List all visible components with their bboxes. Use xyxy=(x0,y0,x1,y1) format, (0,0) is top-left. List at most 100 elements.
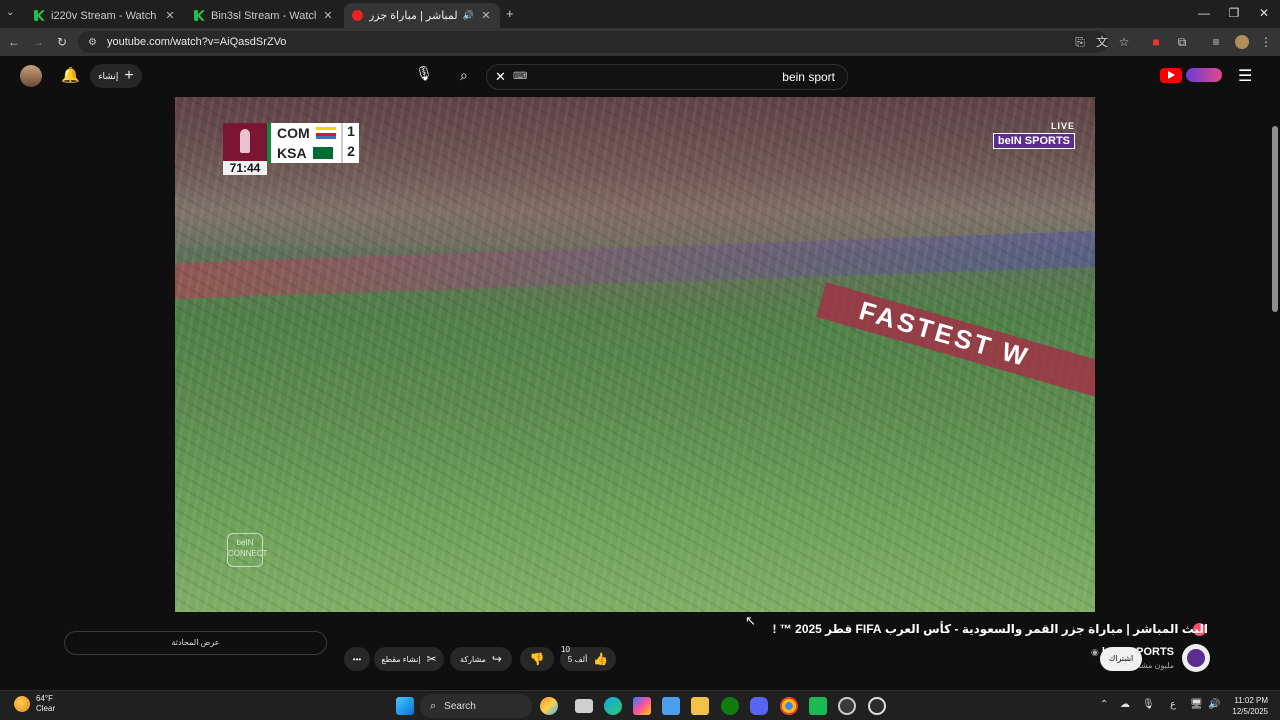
profile-avatar[interactable] xyxy=(1235,35,1249,49)
notifications-bell-icon[interactable]: 🔔 xyxy=(61,66,80,84)
clear-search-icon[interactable]: ✕ xyxy=(495,69,506,85)
start-windows-icon[interactable] xyxy=(396,697,414,715)
network-icon[interactable]: 🖥 xyxy=(1190,699,1203,710)
k-favicon-icon xyxy=(194,10,205,21)
comoros-flag-icon xyxy=(315,127,336,139)
tab-title: Bin3sl Stream - Watch Live on K xyxy=(211,9,316,22)
close-tab-icon[interactable]: ✕ xyxy=(480,9,492,22)
url-text: youtube.com/watch?v=AiQasdSrZVo xyxy=(106,36,287,48)
live-label: LIVE xyxy=(1050,121,1075,131)
thumbs-up-icon: 👍 xyxy=(593,652,609,666)
app-circle-icon[interactable] xyxy=(838,697,856,715)
match-clock: 71:44 xyxy=(223,161,267,175)
edge-browser-icon[interactable] xyxy=(604,697,622,715)
bookmark-star-icon[interactable]: ☆ xyxy=(1116,34,1132,50)
scrollbar-thumb[interactable] xyxy=(1272,126,1278,312)
show-chat-button[interactable]: عرض المحادثة xyxy=(64,631,327,655)
close-tab-icon[interactable]: ✕ xyxy=(322,9,334,22)
search-input[interactable]: ✕ ⌨ bein sport xyxy=(486,64,848,90)
xbox-icon[interactable] xyxy=(721,697,739,715)
close-window-icon[interactable]: ✕ xyxy=(1250,6,1278,20)
discord-icon[interactable] xyxy=(750,697,768,715)
more-actions-button[interactable]: ••• xyxy=(344,647,370,671)
search-icon[interactable]: ⌕ xyxy=(460,67,468,84)
copilot-icon[interactable] xyxy=(633,697,651,715)
close-tab-icon[interactable]: ✕ xyxy=(164,9,176,22)
search-icon: ⌕ xyxy=(430,699,437,712)
task-view-icon[interactable] xyxy=(575,699,593,713)
bein-sports-bug: LIVE beIN SPORTS xyxy=(992,121,1075,149)
volume-icon[interactable]: 🔊 xyxy=(1208,699,1220,710)
tab-title: البث المباشر | مباراة جزر xyxy=(369,10,457,22)
page-scrollbar[interactable] xyxy=(1268,56,1280,690)
extension-icon[interactable]: ■ xyxy=(1148,34,1164,50)
browser-tab-strip: ⌄ i220v Stream - Watch Live on K ✕ Bin3s… xyxy=(0,0,1280,28)
score-row-team2: KSA 2 xyxy=(271,143,359,163)
restore-icon[interactable]: ❐ xyxy=(1220,6,1248,20)
guide-menu-icon[interactable]: ☰ xyxy=(1238,66,1252,86)
taskbar-clock[interactable]: 11:02 PM 12/5/2025 xyxy=(1232,695,1268,717)
minimize-icon[interactable]: — xyxy=(1190,6,1218,20)
channel-avatar[interactable] xyxy=(1182,644,1210,672)
youtube-header: 🔔 إنشاء + 🎙 ⌕ ✕ ⌨ bein sport ☰ xyxy=(0,56,1280,96)
video-title: البث المباشر | مباراة جزر القمر والسعودي… xyxy=(772,622,1208,636)
share-label: مشاركة xyxy=(460,654,486,664)
file-explorer-icon[interactable] xyxy=(691,697,709,715)
mouse-cursor-icon: ↖ xyxy=(745,613,756,628)
keyboard-icon[interactable]: ⌨ xyxy=(513,71,527,82)
premium-logo-icon[interactable] xyxy=(1186,68,1222,82)
forward-icon[interactable]: → xyxy=(30,34,46,50)
saudi-flag-icon xyxy=(312,147,333,159)
cast-icon[interactable]: ⎘ xyxy=(1072,34,1088,50)
create-label: إنشاء xyxy=(98,70,119,81)
address-bar[interactable]: ⚙ youtube.com/watch?v=AiQasdSrZVo xyxy=(78,31,1108,53)
translate-icon[interactable]: 文 xyxy=(1094,34,1110,50)
tab-2[interactable]: Bin3sl Stream - Watch Live on K ✕ xyxy=(186,3,342,28)
input-language[interactable]: ع xyxy=(1170,699,1176,710)
account-avatar[interactable] xyxy=(20,65,42,87)
tab-3-active[interactable]: البث المباشر | مباراة جزر 🔊 ✕ xyxy=(344,3,500,28)
weather-condition: Clear xyxy=(36,704,56,713)
reading-list-icon[interactable]: ≡ xyxy=(1208,34,1224,50)
new-tab-icon[interactable]: + xyxy=(506,6,514,21)
taskbar-time: 11:02 PM xyxy=(1234,696,1268,705)
microphone-icon[interactable]: 🎙 xyxy=(1142,699,1155,710)
team1-score: 1 xyxy=(341,123,359,143)
tab-1[interactable]: i220v Stream - Watch Live on K ✕ xyxy=(26,3,184,28)
widgets-icon[interactable] xyxy=(540,697,558,715)
thumbs-down-icon: 👎 xyxy=(529,652,545,666)
create-button[interactable]: إنشاء + xyxy=(90,64,142,88)
weather-temp: 64°F xyxy=(36,694,53,703)
app-green-icon[interactable] xyxy=(809,697,827,715)
reload-icon[interactable]: ↻ xyxy=(54,34,70,50)
scissors-icon: ✂ xyxy=(426,652,437,666)
onedrive-cloud-icon[interactable]: ☁ xyxy=(1120,699,1130,710)
youtube-logo-icon[interactable] xyxy=(1160,68,1182,83)
back-icon[interactable]: ← xyxy=(6,34,22,50)
settings-gear-icon[interactable] xyxy=(868,697,886,715)
store-icon[interactable] xyxy=(662,697,680,715)
dislike-button[interactable]: 👎 xyxy=(520,647,554,671)
bein-sports-logo: beIN SPORTS xyxy=(992,133,1075,149)
more-icon: ••• xyxy=(352,654,362,664)
extensions-puzzle-icon[interactable]: ⧉ xyxy=(1174,34,1190,50)
taskbar-search[interactable]: ⌕ Search xyxy=(420,694,532,718)
voice-search-icon[interactable]: 🎙 xyxy=(414,65,434,87)
taskbar-date: 12/5/2025 xyxy=(1232,707,1268,716)
tab-list-icon[interactable]: ⌄ xyxy=(6,7,14,18)
clip-button[interactable]: إنشاء مقطع ✂ xyxy=(374,647,444,671)
search-value: bein sport xyxy=(782,70,835,84)
subscribe-button[interactable]: اشتراك xyxy=(1100,647,1142,671)
menu-kebab-icon[interactable]: ⋮ xyxy=(1258,34,1274,50)
video-player[interactable]: FASTEST W 71:44 COM 1 KSA 2 LIVE beIN SP… xyxy=(175,97,1095,612)
world-cup-logo-icon xyxy=(223,123,267,165)
chrome-icon[interactable] xyxy=(780,697,798,715)
like-count: 5 ألف xyxy=(567,654,588,664)
share-button[interactable]: مشاركة ↪ xyxy=(450,647,512,671)
tray-chevron-icon[interactable]: ⌃ xyxy=(1100,699,1108,710)
plus-icon: + xyxy=(124,67,134,84)
audio-playing-icon[interactable]: 🔊 xyxy=(463,10,474,21)
weather-widget[interactable]: 64°F Clear xyxy=(14,694,55,714)
windows-taskbar: 64°F Clear ⌕ Search ⌃ ☁ 🎙 ع 🖥 🔊 11:02 PM … xyxy=(0,690,1280,720)
site-info-icon[interactable]: ⚙ xyxy=(88,37,97,48)
